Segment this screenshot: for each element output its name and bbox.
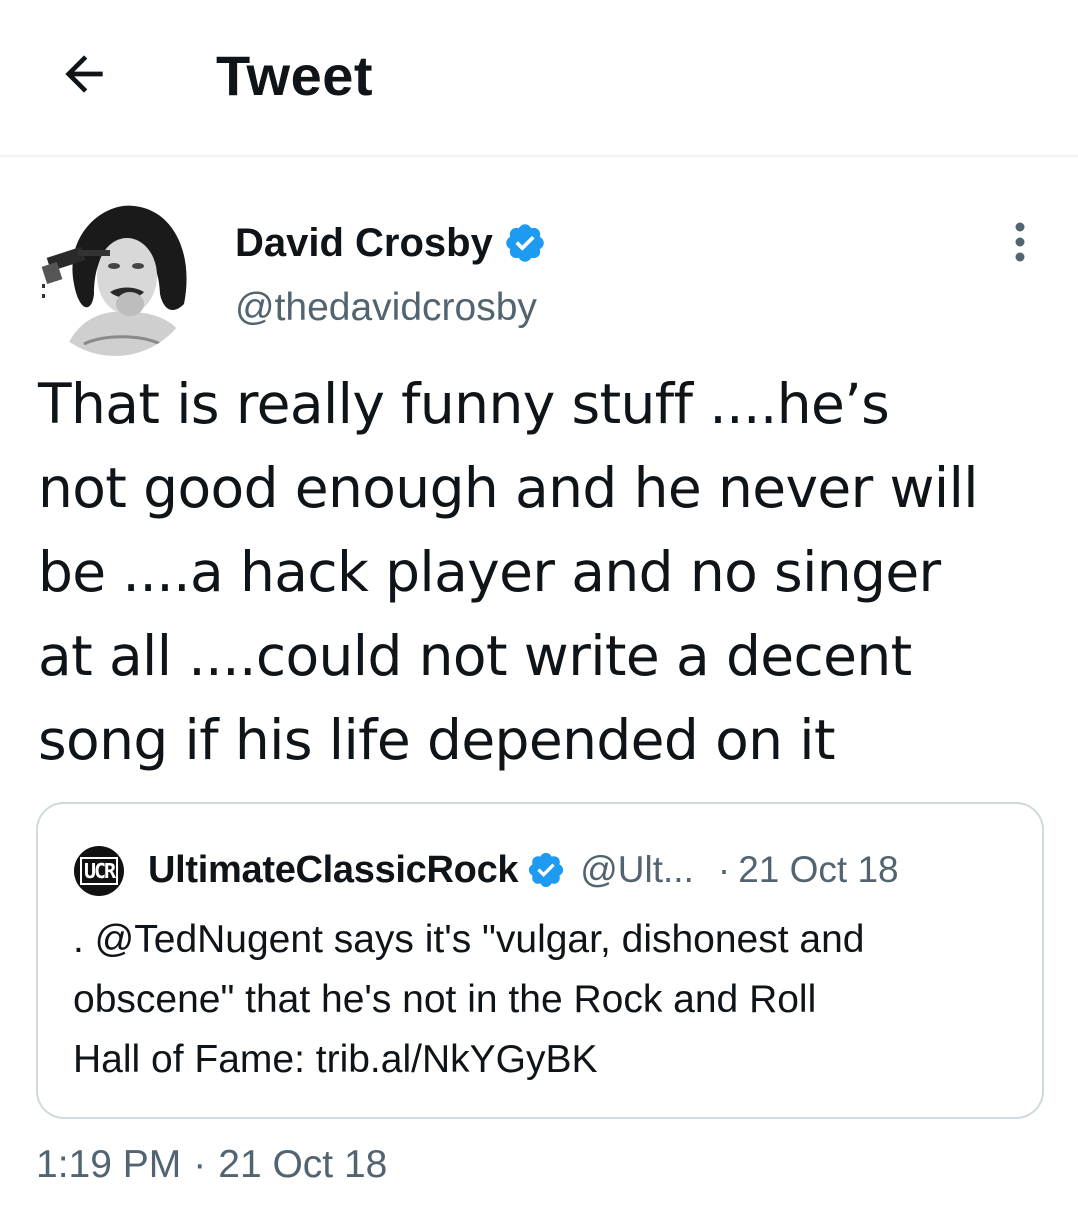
avatar-photo <box>34 194 196 356</box>
tweet-time[interactable]: 1:19 PM <box>36 1140 181 1190</box>
verified-badge-icon <box>506 224 544 262</box>
quoted-tweet[interactable]: UCR UltimateClassicRock @Ult... · 21 Oct… <box>36 802 1044 1119</box>
tweet-text: That is really funny stuff ....he’s not … <box>38 372 979 772</box>
quoted-date[interactable]: 21 Oct 18 <box>738 849 898 891</box>
author-name-text: David Crosby <box>235 221 493 265</box>
author-name[interactable]: David Crosby <box>235 220 547 266</box>
quoted-author-handle[interactable]: @Ult... <box>580 849 694 891</box>
quoted-avatar-logo: UCR <box>79 857 119 885</box>
back-button[interactable] <box>52 42 116 106</box>
top-bar: Tweet <box>0 0 1078 157</box>
tweet-timestamp: 1:19 PM · 21 Oct 18 <box>36 1140 387 1190</box>
more-options-button[interactable] <box>1000 218 1040 266</box>
quoted-avatar[interactable]: UCR <box>74 846 124 896</box>
timestamp-separator: · <box>193 1143 207 1186</box>
arrow-left-icon <box>65 55 103 93</box>
verified-badge-icon <box>529 852 564 888</box>
page-title: Tweet <box>216 44 374 107</box>
tweet-date[interactable]: 21 Oct 18 <box>218 1140 387 1190</box>
more-vertical-icon <box>1015 222 1025 262</box>
quoted-header: UltimateClassicRock @Ult... · 21 Oct 18 <box>148 844 899 896</box>
quoted-separator: · <box>717 849 731 890</box>
author-handle[interactable]: @thedavidcrosby <box>235 285 537 331</box>
quoted-text: . @TedNugent says it's "vulgar, dishones… <box>73 918 865 1081</box>
tweet-page: Tweet David Crosby @thedavidcrosby That … <box>0 0 1078 1225</box>
author-avatar[interactable] <box>34 194 196 356</box>
quoted-author-name[interactable]: UltimateClassicRock <box>148 849 519 892</box>
